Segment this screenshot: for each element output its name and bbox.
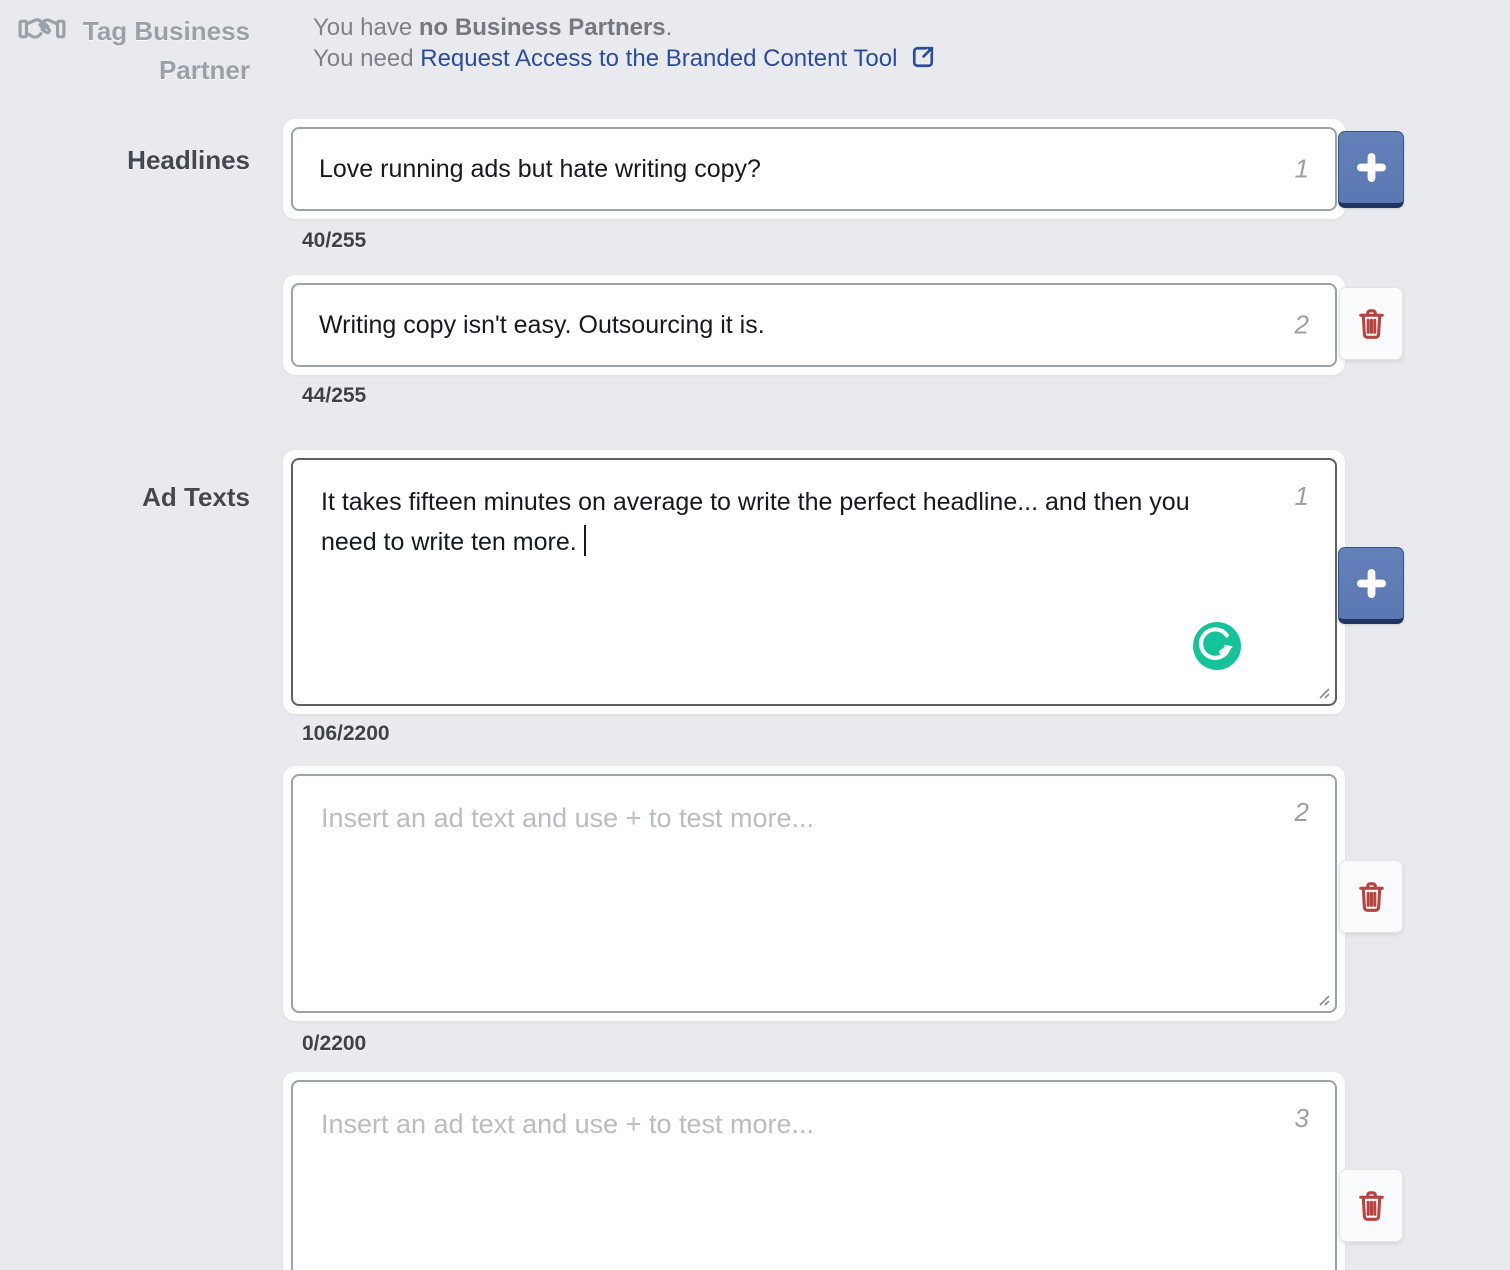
delete-ad-text-3-button[interactable] <box>1339 1169 1403 1242</box>
headline-field-1: Love running ads but hate writing copy? … <box>283 119 1345 219</box>
status-line-1: You have no Business Partners. <box>313 13 937 43</box>
field-index-badge: 2 <box>1295 310 1309 341</box>
add-ad-text-button[interactable] <box>1338 547 1404 624</box>
status-line-2: You need Request Access to the Branded C… <box>313 43 937 79</box>
headline-counter-1: 40/255 <box>302 229 366 253</box>
ad-text-placeholder: Insert an ad text and use + to test more… <box>321 798 1235 838</box>
branded-content-tool-link[interactable]: Request Access to the Branded Content To… <box>420 45 897 72</box>
trash-icon <box>1356 880 1387 913</box>
trash-icon <box>1356 307 1387 340</box>
resize-handle-icon[interactable] <box>1314 990 1330 1006</box>
headline-input-2[interactable]: Writing copy isn't easy. Outsourcing it … <box>291 283 1337 367</box>
business-partner-status: You have no Business Partners. You need … <box>313 13 937 79</box>
ad-text-counter-2: 0/2200 <box>302 1032 366 1056</box>
ad-text-field-2: Insert an ad text and use + to test more… <box>283 766 1345 1021</box>
headline-field-2: Writing copy isn't easy. Outsourcing it … <box>283 275 1345 375</box>
ad-text-counter-1: 106/2200 <box>302 722 390 746</box>
headlines-label: Headlines <box>0 145 250 176</box>
field-index-badge: 3 <box>1295 1098 1309 1138</box>
plus-icon <box>1355 567 1388 600</box>
headline-counter-2: 44/255 <box>302 384 366 408</box>
field-index-badge: 2 <box>1295 792 1309 832</box>
ad-text-textarea-1[interactable]: It takes fifteen minutes on average to w… <box>291 458 1337 706</box>
text-caret <box>584 525 586 556</box>
headline-value-1: Love running ads but hate writing copy? <box>319 155 761 184</box>
field-index-badge: 1 <box>1295 154 1309 185</box>
headline-value-2: Writing copy isn't easy. Outsourcing it … <box>319 311 765 340</box>
ad-texts-label: Ad Texts <box>0 482 250 513</box>
ad-text-field-3: Insert an ad text and use + to test more… <box>283 1072 1345 1270</box>
delete-headline-2-button[interactable] <box>1339 287 1403 360</box>
trash-icon <box>1356 1189 1387 1222</box>
ad-text-textarea-2[interactable]: Insert an ad text and use + to test more… <box>291 774 1337 1013</box>
ad-text-field-1: It takes fifteen minutes on average to w… <box>283 450 1345 714</box>
ad-text-placeholder: Insert an ad text and use + to test more… <box>321 1104 1235 1144</box>
ad-builder-panel: Tag Business Partner You have no Busines… <box>0 0 1510 1270</box>
plus-icon <box>1355 151 1388 184</box>
ad-text-value-1: It takes fifteen minutes on average to w… <box>321 488 1190 556</box>
headline-input-1[interactable]: Love running ads but hate writing copy? … <box>291 127 1337 211</box>
field-index-badge: 1 <box>1295 476 1309 516</box>
grammarly-icon[interactable] <box>1193 622 1241 670</box>
external-link-icon <box>909 43 937 79</box>
resize-handle-icon[interactable] <box>1314 683 1330 699</box>
tag-business-partner-label: Tag Business Partner <box>56 12 250 90</box>
ad-text-textarea-3[interactable]: Insert an ad text and use + to test more… <box>291 1080 1337 1270</box>
add-headline-button[interactable] <box>1338 131 1404 208</box>
delete-ad-text-2-button[interactable] <box>1339 860 1403 933</box>
